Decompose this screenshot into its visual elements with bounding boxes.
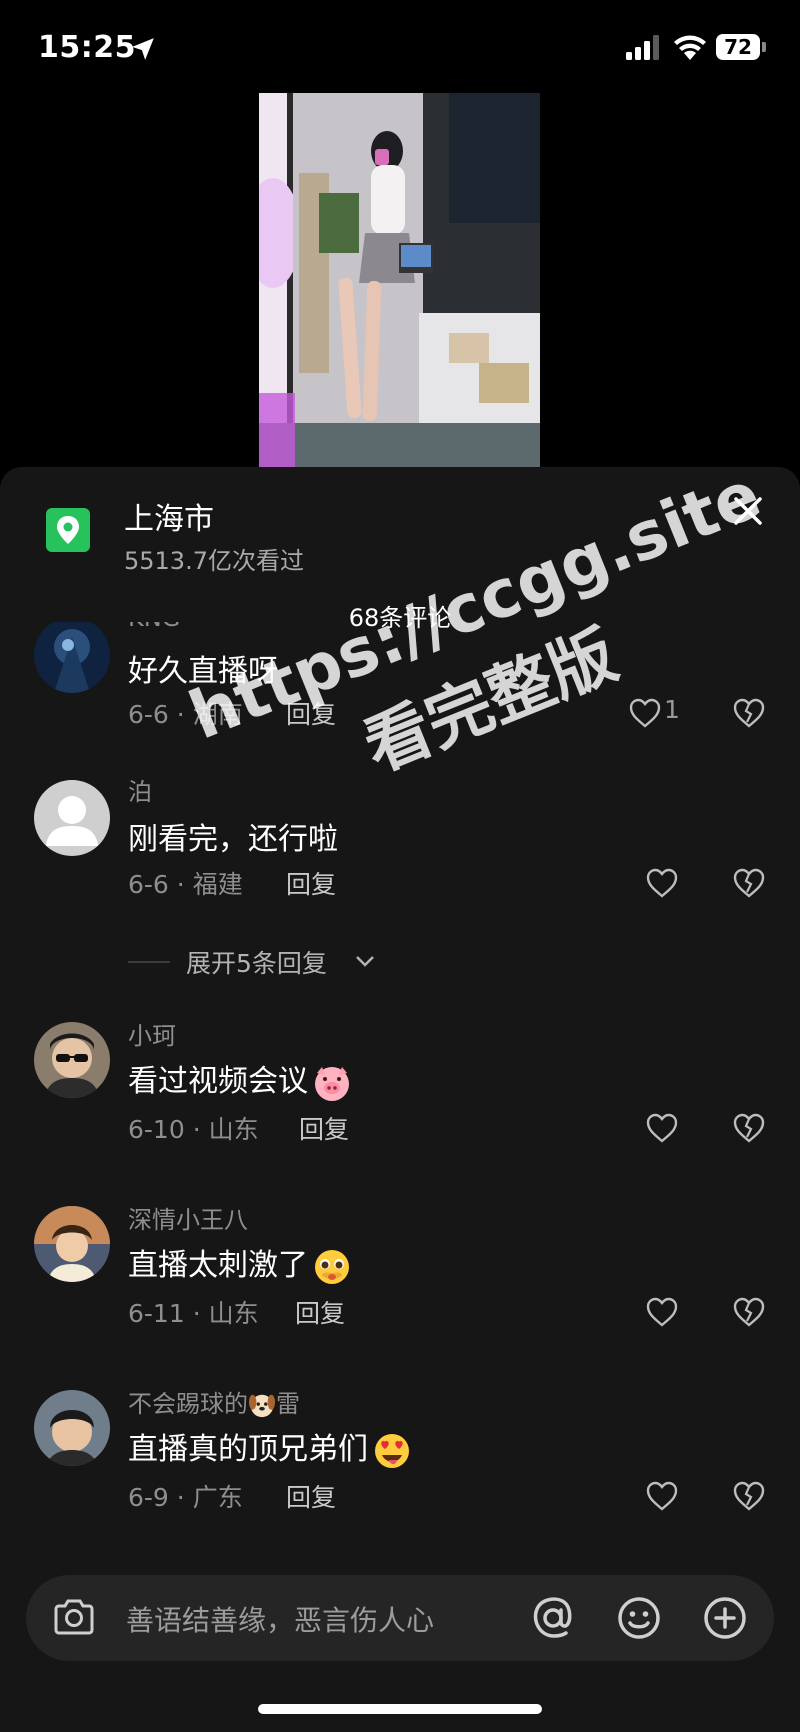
comment-text-row: 看过视频会议: [128, 1056, 352, 1103]
meta-dot: ·: [184, 1299, 209, 1328]
reply-button[interactable]: 回复: [286, 1478, 336, 1514]
comment-date: 6-6: [128, 700, 169, 729]
battery-level: 72: [724, 35, 752, 59]
input-placeholder[interactable]: 善语结善缘，恶言伤人心: [126, 1599, 434, 1639]
video-preview[interactable]: [259, 93, 540, 469]
comment-item: 小珂 看过视频会议 6-10 · 山东 回复: [0, 1002, 800, 1172]
meta-dot: ·: [168, 700, 193, 729]
pleading-face-emoji: [315, 1249, 349, 1284]
comment-item: 深情小王八 直播太刺激了 6-11 · 山东 回复: [0, 1186, 800, 1356]
comment-date: 6-11: [128, 1299, 185, 1328]
reply-button[interactable]: 回复: [286, 865, 336, 901]
comment-date: 6-9: [128, 1483, 169, 1512]
battery-icon: 72: [716, 34, 766, 62]
comment-username-suffix: 雷: [276, 1390, 300, 1418]
broken-heart-icon[interactable]: [732, 697, 766, 729]
comment-text: 看过视频会议: [128, 1064, 308, 1099]
emoji-smile-icon[interactable]: [616, 1595, 662, 1641]
comment-username[interactable]: 泊: [128, 772, 152, 807]
expand-divider: [128, 961, 170, 963]
avatar[interactable]: [34, 780, 110, 856]
comment-text: 好久直播呀: [128, 654, 278, 689]
plus-icon[interactable]: [702, 1595, 748, 1641]
status-time: 15:25: [38, 30, 136, 65]
comment-username-row[interactable]: 不会踢球的雷: [128, 1384, 300, 1419]
comment-text: 刚看完，还行啦: [128, 822, 338, 857]
avatar[interactable]: [34, 622, 110, 693]
video-frame-image: [259, 93, 540, 469]
meta-dot: ·: [184, 1115, 209, 1144]
comment-username[interactable]: 深情小王八: [128, 1200, 248, 1235]
broken-heart-icon[interactable]: [732, 867, 766, 899]
avatar[interactable]: [34, 1390, 110, 1466]
heart-eyes-emoji: [375, 1433, 409, 1468]
broken-heart-icon[interactable]: [732, 1480, 766, 1512]
heart-icon[interactable]: [645, 1296, 679, 1328]
comment-sheet: 上海市 5513.7亿次看过 68条评论 KNG 好久直播呀 6-6 · 湖南 …: [0, 467, 800, 1732]
heart-icon[interactable]: [645, 867, 679, 899]
comment-input[interactable]: 善语结善缘，恶言伤人心: [26, 1575, 774, 1661]
expand-replies-row[interactable]: 展开5条回复: [0, 942, 800, 982]
expand-replies-label[interactable]: 展开5条回复: [186, 944, 327, 980]
comment-date: 6-6: [128, 870, 169, 899]
comment-text-row: 直播真的顶兄弟们: [128, 1424, 412, 1471]
comment-date: 6-10: [128, 1115, 185, 1144]
broken-heart-icon[interactable]: [732, 1112, 766, 1144]
meta-dot: ·: [168, 870, 193, 899]
heart-icon[interactable]: [645, 1480, 679, 1512]
reply-button[interactable]: 回复: [286, 695, 336, 731]
avatar[interactable]: [34, 1206, 110, 1282]
heart-icon[interactable]: [645, 1112, 679, 1144]
comment-item: KNG 好久直播呀 6-6 · 湖南 回复 1: [0, 622, 800, 752]
comment-username: 不会踢球的: [128, 1390, 248, 1418]
map-pin-icon[interactable]: [46, 508, 90, 552]
comment-region: 湖南: [192, 700, 243, 729]
dog-face-emoji: [248, 1394, 276, 1418]
like-count: 1: [664, 695, 680, 724]
comment-meta: 6-11 · 山东: [128, 1294, 259, 1330]
comment-meta: 6-6 · 福建: [128, 865, 243, 901]
comment-region: 山东: [208, 1115, 259, 1144]
camera-icon[interactable]: [52, 1597, 96, 1637]
comment-region: 福建: [192, 870, 243, 899]
reply-button[interactable]: 回复: [299, 1110, 349, 1146]
signal-icon: [626, 35, 659, 60]
at-mention-icon[interactable]: [530, 1595, 576, 1641]
comment-username[interactable]: KNG: [128, 622, 180, 632]
comment-meta: 6-10 · 山东: [128, 1110, 259, 1146]
comment-region: 广东: [192, 1483, 243, 1512]
comment-text: 直播真的顶兄弟们: [128, 1432, 368, 1467]
comment-text-row: 直播太刺激了: [128, 1240, 352, 1287]
home-indicator[interactable]: [258, 1704, 542, 1714]
wifi-icon: [674, 35, 706, 60]
close-icon[interactable]: [728, 491, 768, 531]
location-arrow-icon: [132, 38, 154, 60]
comment-item: 泊 刚看完，还行啦 6-6 · 福建 回复: [0, 742, 800, 912]
heart-icon[interactable]: [628, 697, 662, 729]
pig-face-emoji: [315, 1066, 349, 1101]
reply-button[interactable]: 回复: [295, 1294, 345, 1330]
location-views: 5513.7亿次看过: [124, 547, 304, 575]
avatar[interactable]: [34, 1022, 110, 1098]
comment-list[interactable]: KNG 好久直播呀 6-6 · 湖南 回复 1 泊 刚看完，还行啦 6-6 · …: [0, 622, 800, 1622]
location-title[interactable]: 上海市: [124, 494, 214, 538]
comment-text: 直播太刺激了: [128, 1248, 308, 1283]
comment-item: 不会踢球的雷 直播真的顶兄弟们 6-9 · 广东 回复: [0, 1370, 800, 1540]
chevron-down-icon[interactable]: [354, 954, 376, 968]
comment-username[interactable]: 小珂: [128, 1016, 176, 1051]
comment-meta: 6-6 · 湖南: [128, 695, 243, 731]
comment-region: 山东: [208, 1299, 259, 1328]
meta-dot: ·: [168, 1483, 193, 1512]
status-bar: 15:25 72: [0, 0, 800, 90]
broken-heart-icon[interactable]: [732, 1296, 766, 1328]
comment-meta: 6-9 · 广东: [128, 1478, 243, 1514]
